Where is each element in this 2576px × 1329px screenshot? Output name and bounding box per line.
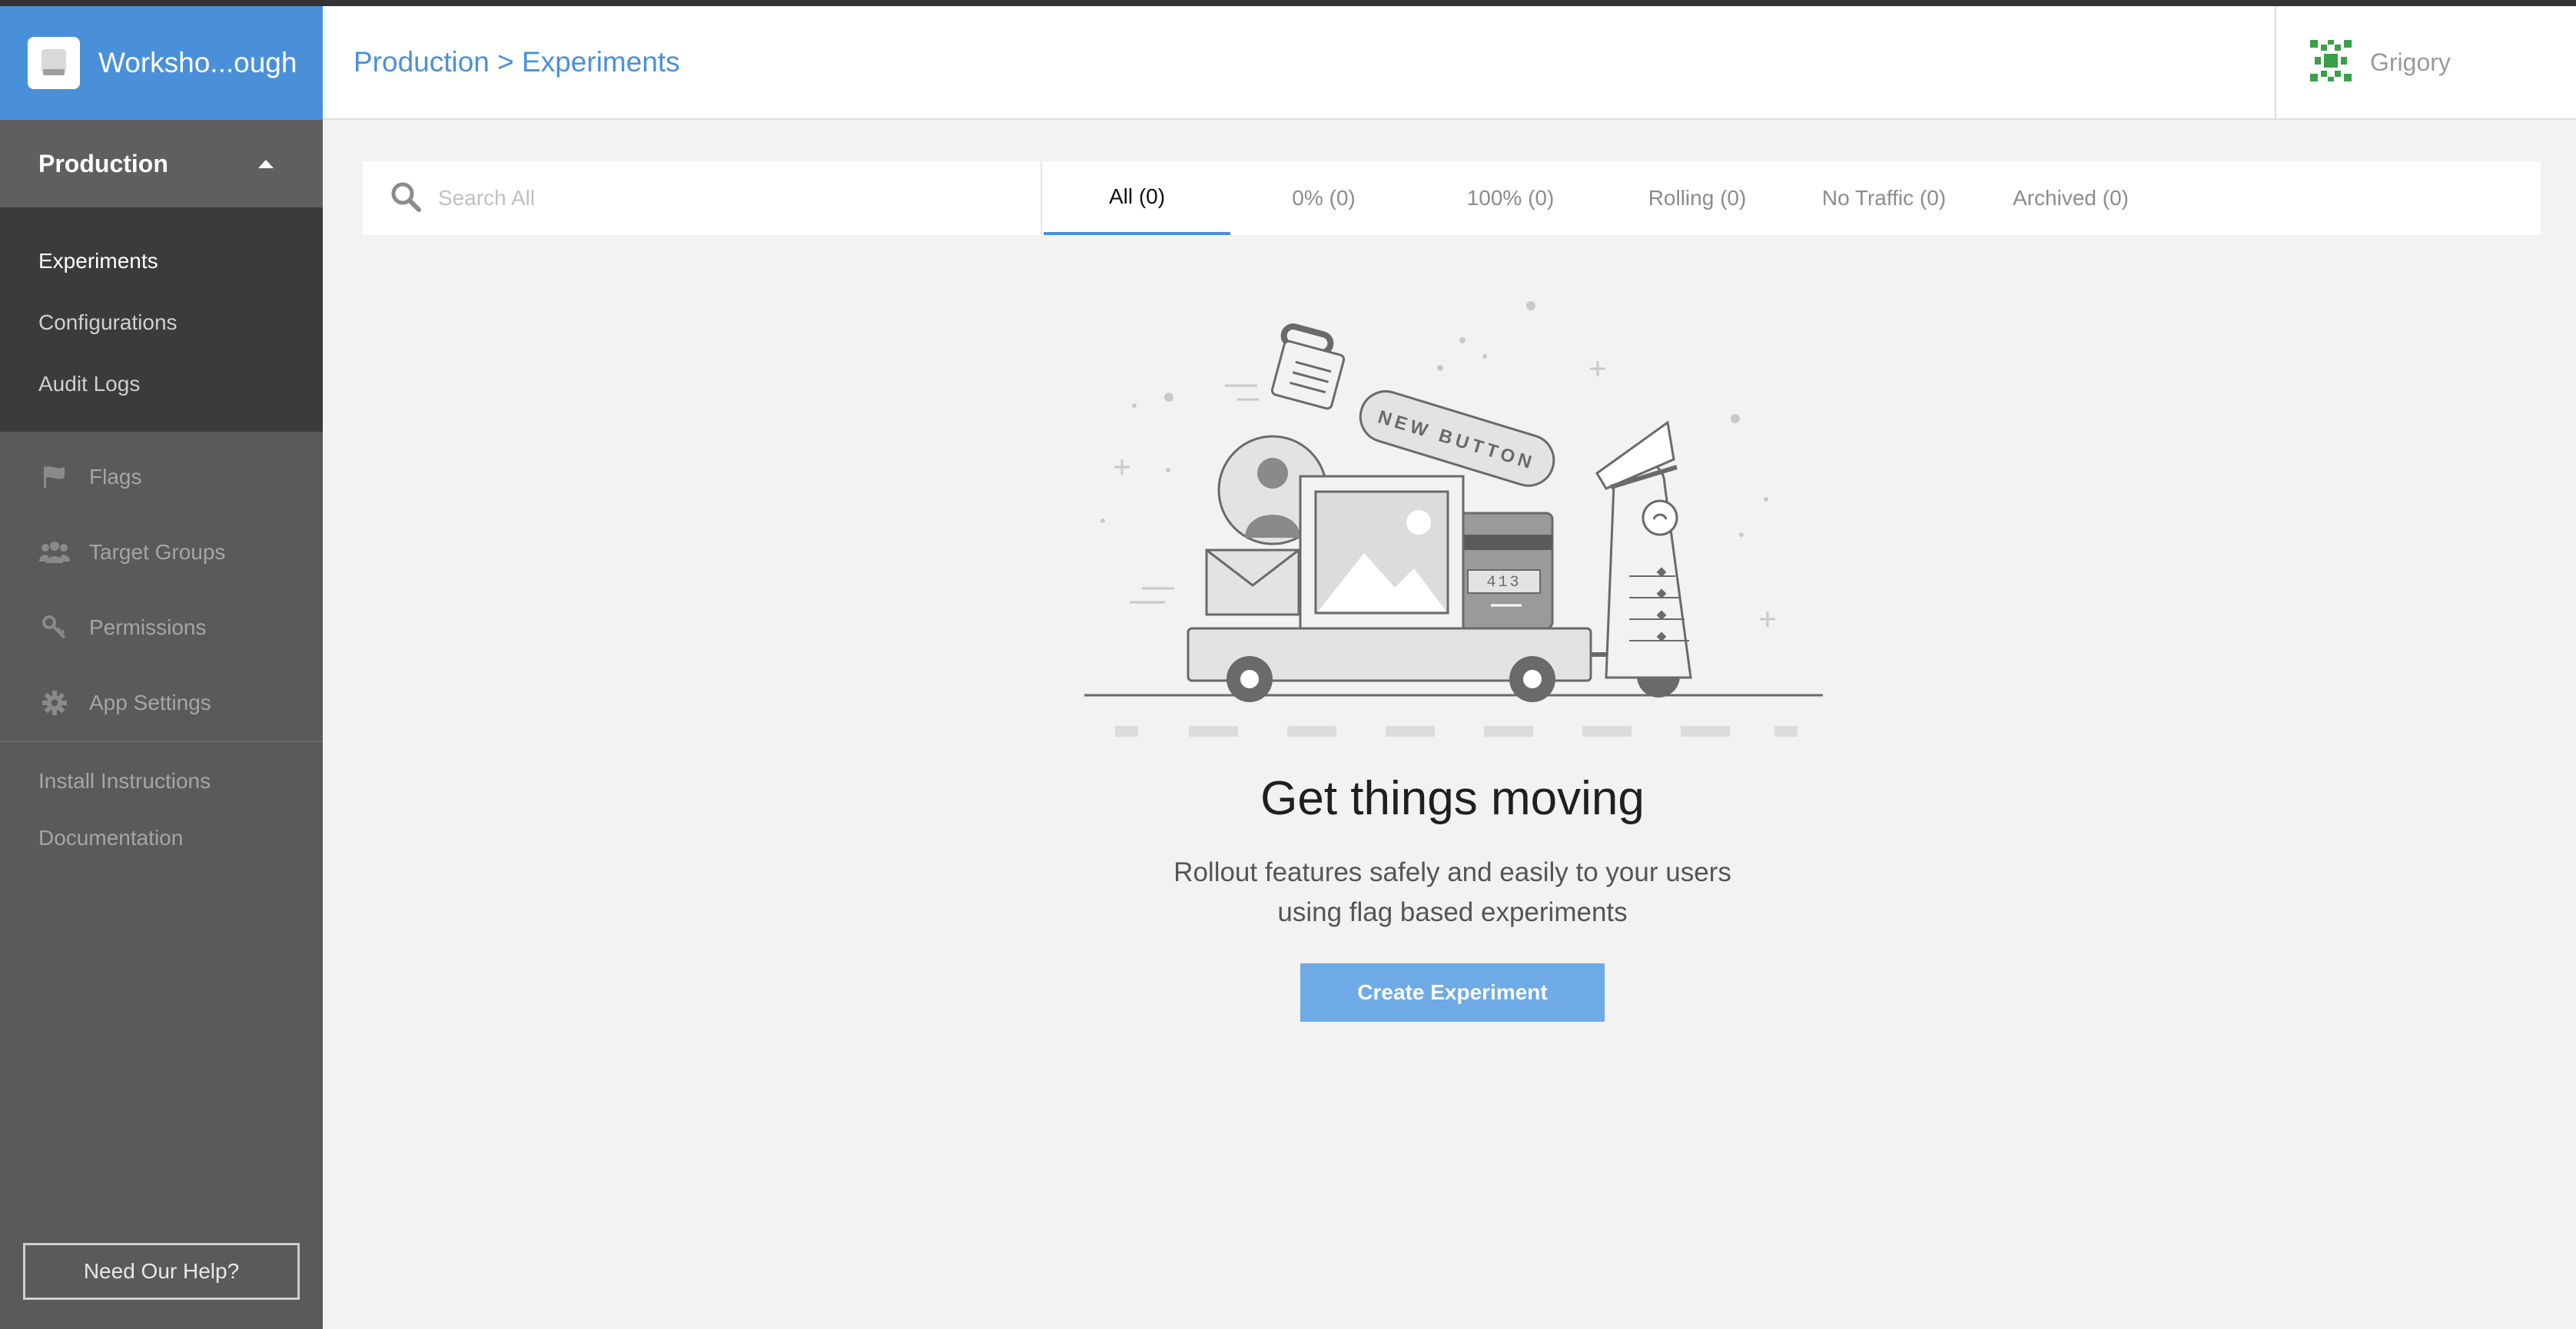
empty-state-title: Get things moving xyxy=(1260,772,1645,825)
users-icon xyxy=(38,536,71,568)
tab-no-traffic[interactable]: No Traffic (0) xyxy=(1791,161,1977,235)
empty-state-subtitle-line: Rollout features safely and easily to yo… xyxy=(1173,857,1731,887)
create-experiment-button[interactable]: Create Experiment xyxy=(1300,963,1605,1022)
subnav-item-configurations[interactable]: Configurations xyxy=(0,292,323,353)
install-instructions-link[interactable]: Install Instructions xyxy=(0,753,323,810)
breadcrumb[interactable]: Production > Experiments xyxy=(354,6,680,118)
sidebar: Worksho...ough Production Experiments Co… xyxy=(0,6,323,1329)
window-top-strip xyxy=(0,0,2576,6)
app-logo-icon xyxy=(28,37,80,89)
environment-subnav: Experiments Configurations Audit Logs xyxy=(0,207,323,432)
filter-bar: All (0) 0% (0) 100% (0) Rolling (0) No T… xyxy=(363,161,2541,235)
user-menu[interactable]: Grigory xyxy=(2275,6,2576,118)
tab-archived[interactable]: Archived (0) xyxy=(1977,161,2164,235)
sidebar-item-flags[interactable]: Flags xyxy=(0,439,323,515)
main-nav: Flags Target Groups Permissions App Sett… xyxy=(0,432,323,742)
empty-state-subtitle: Rollout features safely and easily to yo… xyxy=(915,853,1990,933)
caret-up-icon xyxy=(258,159,274,168)
subnav-item-audit-logs[interactable]: Audit Logs xyxy=(0,353,323,415)
sidebar-links: Install Instructions Documentation xyxy=(0,742,323,867)
truck-illustration: 413 NEW BUTTON xyxy=(1084,301,1823,737)
user-name: Grigory xyxy=(2370,48,2451,76)
documentation-link[interactable]: Documentation xyxy=(0,810,323,867)
search-icon xyxy=(389,180,423,217)
brand-header[interactable]: Worksho...ough xyxy=(0,6,323,120)
tab-all[interactable]: All (0) xyxy=(1044,161,1230,235)
search-input[interactable] xyxy=(437,185,1024,211)
need-help-button[interactable]: Need Our Help? xyxy=(23,1243,300,1300)
tab-rolling[interactable]: Rolling (0) xyxy=(1604,161,1791,235)
sidebar-item-label: Permissions xyxy=(89,615,207,639)
environment-label: Production xyxy=(38,149,168,177)
sidebar-item-label: App Settings xyxy=(89,691,211,714)
app-title: Worksho...ough xyxy=(98,47,297,78)
user-avatar-icon xyxy=(2307,36,2355,88)
illustration-card-number: 413 xyxy=(1486,574,1521,592)
top-header: Production > Experiments Grigory xyxy=(323,6,2576,120)
filter-tabs: All (0) 0% (0) 100% (0) Rolling (0) No T… xyxy=(1044,161,2164,235)
flag-icon xyxy=(38,461,71,493)
key-icon xyxy=(38,611,71,644)
environment-selector[interactable]: Production xyxy=(0,120,323,207)
tab-100-percent[interactable]: 100% (0) xyxy=(1417,161,1604,235)
sidebar-item-permissions[interactable]: Permissions xyxy=(0,590,323,665)
sidebar-item-label: Target Groups xyxy=(89,540,226,564)
sidebar-item-app-settings[interactable]: App Settings xyxy=(0,665,323,741)
search-box[interactable] xyxy=(363,161,1042,235)
sidebar-item-label: Flags xyxy=(89,465,142,489)
sidebar-item-target-groups[interactable]: Target Groups xyxy=(0,515,323,590)
gear-icon xyxy=(38,687,71,719)
empty-state-subtitle-line: using flag based experiments xyxy=(1277,897,1628,927)
subnav-item-experiments[interactable]: Experiments xyxy=(0,230,323,292)
tab-0-percent[interactable]: 0% (0) xyxy=(1230,161,1417,235)
